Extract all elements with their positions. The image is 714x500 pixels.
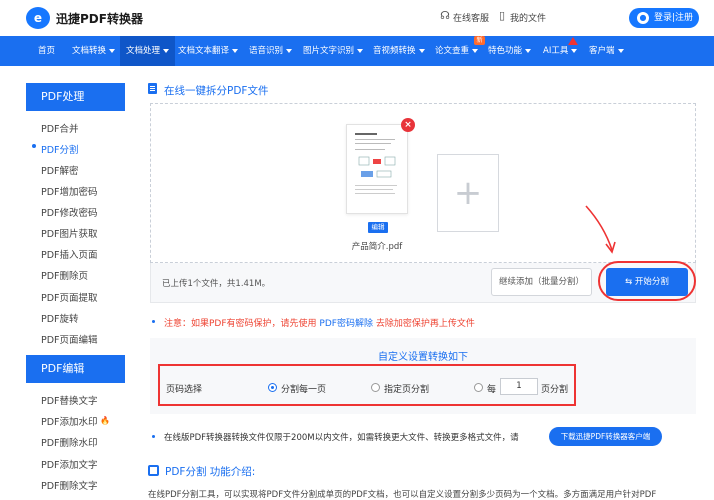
sidebar-item-pdf-delete-page[interactable]: PDF删除页 xyxy=(41,268,88,282)
red-arrow-up-icon xyxy=(568,37,578,45)
settings-title: 自定义设置转换如下 xyxy=(378,352,468,363)
remove-file-icon[interactable]: × xyxy=(401,118,415,132)
nav-item-label: 文档转换 xyxy=(72,46,107,56)
intro-icon xyxy=(148,465,159,476)
sidebar-item-pdf-remove-watermark[interactable]: PDF删除水印 xyxy=(41,435,98,449)
sidebar-section-pdf-edit: PDF编辑 xyxy=(26,355,125,383)
edit-file-button[interactable]: 编辑 xyxy=(368,222,388,233)
sidebar-item-pdf-insert-page[interactable]: PDF插入页面 xyxy=(41,247,98,261)
nav-item-label: 语音识别 xyxy=(249,46,284,56)
file-icon: ▯ xyxy=(498,9,506,22)
bullet-dot xyxy=(152,435,155,438)
upload-status-text: 已上传1个文件，共1.41M。 xyxy=(162,279,271,289)
red-annotation-arrow-icon xyxy=(585,205,616,254)
brand-logo-icon[interactable]: e xyxy=(26,7,50,29)
download-client-button[interactable]: 下载迅捷PDF转换器客户端 xyxy=(549,427,662,446)
nav-item-label: 论文查重 xyxy=(435,46,470,56)
nav-item-client[interactable]: 客户端 xyxy=(585,36,628,66)
page-select-label: 页码选择 xyxy=(166,385,203,395)
nav-item-label: 音视频转换 xyxy=(373,46,416,56)
sidebar-item-pdf-merge[interactable]: PDF合并 xyxy=(41,121,79,135)
main-nav: 首页 文档转换 文档处理 文档文本翻译 语音识别 图片文字识别 音视频转换 论文… xyxy=(0,36,714,66)
sidebar-item-pdf-page-edit[interactable]: PDF页面编辑 xyxy=(41,332,98,346)
nav-item-label: 首页 xyxy=(38,46,56,56)
pdf-page-preview xyxy=(355,133,397,194)
sidebar-item-pdf-page-extract[interactable]: PDF页面提取 xyxy=(41,290,98,304)
file-name: 产品简介.pdf xyxy=(351,242,403,252)
sidebar-item-pdf-split[interactable]: PDF分割 xyxy=(41,142,79,156)
document-icon xyxy=(148,83,157,94)
nav-item-translate[interactable]: 文档文本翻译 xyxy=(174,36,242,66)
login-button[interactable]: ● 登录|注册 xyxy=(629,8,699,28)
chevron-down-icon xyxy=(109,48,116,53)
chevron-down-icon xyxy=(418,48,425,53)
plus-icon[interactable]: + xyxy=(437,154,499,232)
chevron-down-icon xyxy=(472,48,479,53)
nav-item-av-convert[interactable]: 音视频转换 xyxy=(369,36,429,66)
chevron-down-icon xyxy=(357,48,364,53)
password-note: 注意：如果PDF有密码保护，请先使用 PDF密码解除 去除加密保护再上传文件 xyxy=(164,316,475,329)
highlight-ring xyxy=(598,261,696,301)
nav-item-label: 文档处理 xyxy=(126,46,161,56)
pdf-thumbnail[interactable] xyxy=(346,124,408,214)
page-title: 在线一键拆分PDF文件 xyxy=(164,85,269,97)
continue-add-button[interactable]: 继续添加（批量分割） xyxy=(491,268,592,296)
sidebar-item-pdf-change-password[interactable]: PDF修改密码 xyxy=(41,205,98,219)
radio-split-specified[interactable] xyxy=(371,383,380,392)
note-suffix: 去除加密保护再上传文件 xyxy=(375,319,475,329)
radio-split-every-prefix: 每 xyxy=(487,385,497,395)
fire-icon: 🔥 xyxy=(100,416,110,425)
radio-split-each[interactable] xyxy=(268,383,277,392)
nav-item-doc-process[interactable]: 文档处理 xyxy=(120,36,176,66)
radio-split-every-suffix: 页分割 xyxy=(541,385,569,395)
radio-split-every[interactable] xyxy=(474,383,483,392)
sidebar-item-pdf-replace-text[interactable]: PDF替换文字 xyxy=(41,393,98,407)
sidebar-item-pdf-rotate[interactable]: PDF旋转 xyxy=(41,311,79,325)
chevron-down-icon xyxy=(525,48,532,53)
nav-item-label: AI工具 xyxy=(543,46,569,56)
sidebar-item-pdf-decrypt[interactable]: PDF解密 xyxy=(41,163,79,177)
nav-item-home[interactable]: 首页 xyxy=(30,36,63,66)
note-prefix: 注意：如果PDF有密码保护，请先使用 xyxy=(164,319,317,329)
sidebar-item-pdf-delete-text[interactable]: PDF删除文字 xyxy=(41,478,98,492)
intro-title: PDF分割 功能介绍: xyxy=(165,466,256,478)
new-badge: 新 xyxy=(474,36,485,45)
headset-icon: ☊ xyxy=(440,9,450,22)
sidebar-item-pdf-add-password[interactable]: PDF增加密码 xyxy=(41,184,98,198)
nav-item-doc-convert[interactable]: 文档转换 xyxy=(64,36,123,66)
sidebar-item-pdf-add-text[interactable]: PDF添加文字 xyxy=(41,457,98,471)
pdf-password-remove-link[interactable]: PDF密码解除 xyxy=(319,319,373,329)
radio-split-specified-label[interactable]: 指定页分割 xyxy=(384,382,429,395)
pages-per-split-input[interactable]: 1 xyxy=(500,378,538,395)
user-icon: ● xyxy=(637,12,649,24)
chevron-down-icon xyxy=(232,48,239,53)
nav-item-label: 文档文本翻译 xyxy=(178,46,230,56)
sidebar-item-pdf-add-watermark[interactable]: PDF添加水印 xyxy=(41,414,98,428)
nav-item-label: 客户端 xyxy=(589,46,615,56)
radio-split-each-label[interactable]: 分割每一页 xyxy=(281,382,326,395)
my-files-link[interactable]: 我的文件 xyxy=(510,11,546,24)
customer-service-link[interactable]: 在线客服 xyxy=(453,11,489,24)
intro-text: 在线PDF分割工具，可以实现将PDF文件分割成单页的PDF文档，也可以自定义设置… xyxy=(148,490,657,500)
bullet-dot xyxy=(152,320,155,323)
login-label: 登录|注册 xyxy=(654,13,694,23)
chevron-down-icon xyxy=(571,48,578,53)
nav-item-label: 特色功能 xyxy=(488,46,523,56)
nav-item-label: 图片文字识别 xyxy=(303,46,355,56)
size-limit-tip: 在线版PDF转换器转换文件仅限于200M以内文件，如需转换更大文件、转换更多格式… xyxy=(164,433,519,443)
sidebar-section-pdf-process: PDF处理 xyxy=(26,83,125,111)
nav-item-features[interactable]: 特色功能 xyxy=(484,36,535,66)
chevron-down-icon xyxy=(286,48,293,53)
active-dot-icon xyxy=(32,144,36,148)
chevron-down-icon xyxy=(163,48,170,53)
nav-item-speech[interactable]: 语音识别 xyxy=(245,36,296,66)
sidebar-item-pdf-image-extract[interactable]: PDF图片获取 xyxy=(41,226,98,240)
chevron-down-icon xyxy=(617,48,624,53)
nav-item-ocr[interactable]: 图片文字识别 xyxy=(299,36,367,66)
brand-name[interactable]: 迅捷PDF转换器 xyxy=(56,10,143,27)
